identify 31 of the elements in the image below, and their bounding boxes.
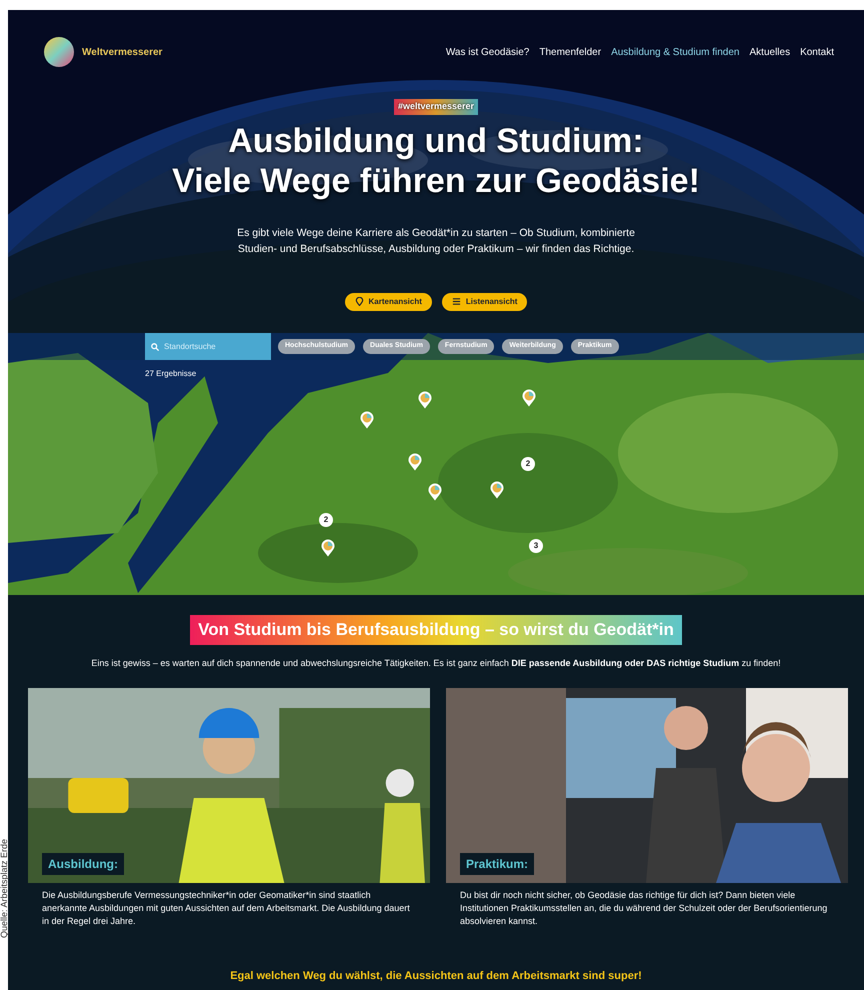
map-pin-icon[interactable] bbox=[360, 411, 374, 429]
intro-text: Es gibt viele Wege deine Karriere als Geodät*in zu starten – Ob Studium, kombinierte Studien- und Berufsabschlüsse, Ausbildung oder Praktikum – wir finden das Richtige. bbox=[236, 226, 636, 256]
results-count: 27 Ergebnisse bbox=[145, 368, 196, 380]
map-pin-icon[interactable] bbox=[321, 539, 335, 557]
section-heading: Von Studium bis Berufsausbildung – so wirst du Geodät*in bbox=[190, 615, 682, 644]
map-pin-icon[interactable] bbox=[522, 389, 536, 407]
map-pin-icon bbox=[354, 297, 364, 306]
nav-link-item[interactable]: Was ist Geodäsie? bbox=[446, 44, 530, 60]
card-text: Du bist dir noch nicht sicher, ob Geodäsie das richtige für dich ist? Dann bieten viele Institutionen Praktikumsstellen an, die du während der Schulzeit oder der Berufsorientierung absolvieren kannst. bbox=[460, 889, 828, 928]
view-button[interactable]: Kartenansicht bbox=[344, 292, 432, 310]
nav-link-item[interactable]: Themenfelder bbox=[539, 44, 602, 60]
section-intro: Eins ist gewiss – es warten auf dich spannende und abwechslungsreiche Tätigkeiten. Es ist ganz einfach DIE passende Ausbildung oder DAS richtige Studium zu finden! bbox=[91, 656, 781, 670]
card-label: Ausbildung: bbox=[42, 853, 124, 875]
nav-link-item[interactable]: Aktuelles bbox=[750, 44, 790, 60]
logo-globe-icon[interactable] bbox=[44, 37, 74, 67]
closing-text: Egal welchen Weg du wählst, die Aussichten auf dem Arbeitsmarkt sind super! bbox=[230, 969, 642, 984]
map-pin-icon[interactable] bbox=[418, 391, 432, 409]
map-pin-icon[interactable] bbox=[490, 481, 504, 499]
list-icon bbox=[452, 297, 461, 306]
logo-text[interactable]: Weltvermesserer bbox=[82, 44, 162, 60]
card-label: Praktikum: bbox=[460, 853, 534, 875]
headline: Viele Wege führen zur Geodäsie! bbox=[172, 160, 700, 200]
card-text: Die Ausbildungsberufe Vermessungstechniker*in oder Geomatiker*in sind staatlich anerkannte Ausbildungen mit guten Aussichten auf dem Arbeitsmarkt. Die Ausbildung dauert in der Regel drei Jahre. bbox=[42, 889, 411, 928]
map-pin-icon[interactable] bbox=[408, 453, 422, 471]
credit-text: Quelle: Arbeitsplatz Erde bbox=[0, 838, 8, 938]
nav-link-item[interactable]: Kontakt bbox=[800, 44, 834, 60]
view-button[interactable]: Listenansicht bbox=[442, 292, 528, 310]
nav-link-item[interactable]: Ausbildung & Studium finden bbox=[611, 44, 740, 60]
search-field[interactable]: Standortsuche bbox=[145, 333, 271, 360]
map-pin-icon[interactable] bbox=[428, 483, 442, 501]
headline: Ausbildung und Studium: bbox=[227, 120, 645, 160]
